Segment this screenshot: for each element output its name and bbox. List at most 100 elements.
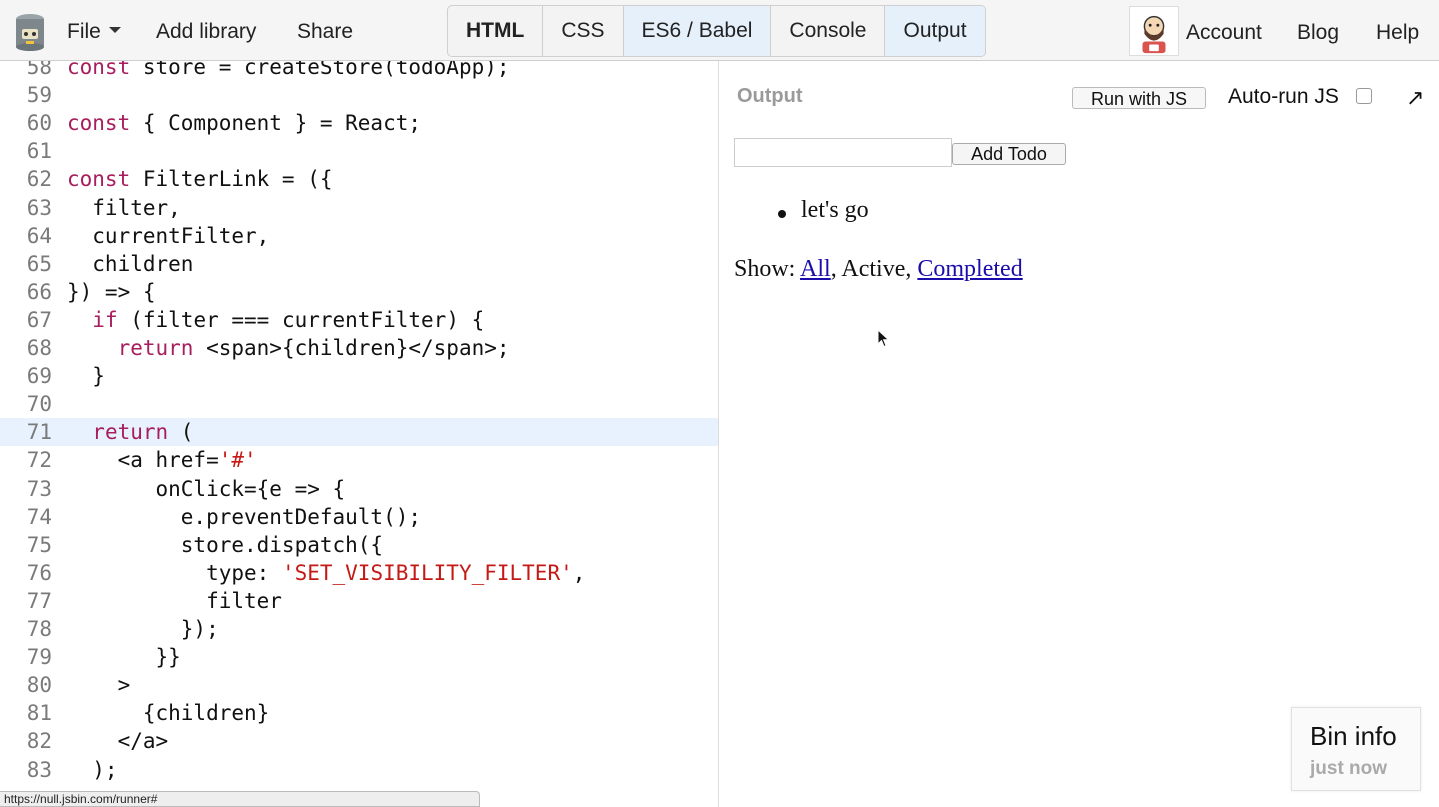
line-number: 67 <box>26 307 52 332</box>
code-text: } <box>67 364 105 389</box>
line-number: 68 <box>26 336 52 360</box>
line-number: 83 <box>26 757 52 782</box>
bin-info-subtitle: just now <box>1310 758 1388 779</box>
line-number: 66 <box>26 279 52 304</box>
code-text: filter, <box>67 195 181 220</box>
todo-input[interactable] <box>734 138 952 167</box>
line-number: 76 <box>26 560 52 585</box>
code-text: return ( <box>92 420 194 445</box>
line-number: 65 <box>26 251 52 276</box>
code-text: return <span>{children}</span>; <box>117 336 510 360</box>
filter-completed-link[interactable]: Completed <box>917 256 1022 282</box>
code-text: type: 'SET_VISIBILITY_FILTER', <box>67 560 586 585</box>
code-line[interactable]: 73 onClick={e => { <box>0 475 718 503</box>
code-text: children <box>67 251 194 276</box>
code-line[interactable]: 61 <box>0 137 718 165</box>
code-line[interactable]: 80 > <box>0 671 718 699</box>
code-editor[interactable]: 58 const store = createStore(todoApp); 59 6… <box>0 61 719 807</box>
line-number: 60 <box>26 111 52 136</box>
code-text: currentFilter, <box>67 223 270 248</box>
code-line[interactable]: 60 const { Component } = React; <box>0 109 718 137</box>
code-line[interactable]: 78 }); <box>0 615 718 643</box>
code-line[interactable]: 62 const FilterLink = ({ <box>0 165 718 193</box>
code-line[interactable]: 63 filter, <box>0 194 718 222</box>
autorun-checkbox[interactable] <box>1356 88 1372 104</box>
code-line[interactable]: 74 e.preventDefault(); <box>0 503 718 531</box>
code-line[interactable]: 69 } <box>0 362 718 390</box>
todo-item[interactable]: let's go <box>776 197 869 224</box>
line-number: 64 <box>26 223 52 248</box>
output-label: Output <box>737 85 803 107</box>
line-number: 70 <box>26 392 52 417</box>
code-line[interactable]: 72 <a href='#' <box>0 446 718 474</box>
line-number: 62 <box>26 167 52 192</box>
popout-arrow-icon[interactable]: ↗ <box>1406 85 1424 111</box>
code-line[interactable]: 81 {children} <box>0 699 718 727</box>
code-text: }} <box>67 645 181 670</box>
add-todo-button[interactable]: Add Todo <box>952 143 1066 165</box>
code-text: if (filter === currentFilter) { <box>92 307 485 332</box>
code-line[interactable]: 77 filter <box>0 587 718 615</box>
code-text: onClick={e => { <box>67 476 346 501</box>
jsbin-logo-icon[interactable] <box>14 12 46 52</box>
todo-list: let's go <box>776 197 869 224</box>
line-number: 81 <box>26 701 52 726</box>
tab-html[interactable]: HTML <box>448 6 544 56</box>
avatar[interactable] <box>1129 6 1179 56</box>
code-line[interactable]: 66 }) => { <box>0 278 718 306</box>
code-line[interactable]: 71 return ( <box>0 418 718 447</box>
autorun-label: Auto-run JS <box>1228 85 1339 108</box>
line-number: 73 <box>26 476 52 501</box>
top-toolbar: File Add library Share HTML CSS ES6 / Ba… <box>0 0 1439 61</box>
code-line[interactable]: 76 type: 'SET_VISIBILITY_FILTER', <box>0 559 718 587</box>
code-line[interactable]: 79 }} <box>0 643 718 671</box>
line-number: 75 <box>26 532 52 557</box>
code-line[interactable]: 67 if (filter === currentFilter) { <box>0 306 718 334</box>
tab-es6-babel[interactable]: ES6 / Babel <box>623 6 772 56</box>
filter-separator: , <box>905 256 918 282</box>
line-number: 74 <box>26 504 52 529</box>
code-line[interactable]: 83 ); <box>0 756 718 784</box>
code-text: const store = createStore(todoApp); <box>67 61 510 79</box>
line-number: 77 <box>26 588 52 613</box>
line-number: 61 <box>26 139 52 164</box>
code-line[interactable]: 70 <box>0 390 718 418</box>
status-url: https://null.jsbin.com/runner# <box>0 791 480 807</box>
code-text: > <box>67 673 131 698</box>
account-link[interactable]: Account <box>1186 21 1262 45</box>
code-text: </a> <box>67 729 169 754</box>
code-line[interactable]: 59 <box>0 81 718 109</box>
line-number: 69 <box>26 364 52 389</box>
line-number: 58 <box>26 61 52 79</box>
line-number: 72 <box>26 448 52 473</box>
code-line[interactable]: 64 currentFilter, <box>0 222 718 250</box>
code-text: store.dispatch({ <box>67 532 384 557</box>
code-text: filter <box>67 588 282 613</box>
filter-all-link[interactable]: All <box>800 256 831 282</box>
code-line[interactable]: 75 store.dispatch({ <box>0 531 718 559</box>
share-menu[interactable]: Share <box>297 20 353 44</box>
code-line[interactable]: 82 </a> <box>0 727 718 755</box>
run-with-js-button[interactable]: Run with JS <box>1072 87 1206 109</box>
chevron-down-icon <box>108 27 121 34</box>
line-number: 59 <box>26 83 52 108</box>
tab-output[interactable]: Output <box>885 6 985 56</box>
file-menu-label: File <box>67 20 101 43</box>
code-text: {children} <box>67 701 270 726</box>
tab-console[interactable]: Console <box>771 6 886 56</box>
mouse-cursor-icon <box>877 329 890 348</box>
code-text: <a href='#' <box>67 448 257 473</box>
output-panel: Output Run with JS Auto-run JS ↗ Add Tod… <box>720 61 1439 807</box>
blog-link[interactable]: Blog <box>1297 21 1339 45</box>
code-text: const FilterLink = ({ <box>67 167 333 192</box>
code-line[interactable]: 65 children <box>0 250 718 278</box>
code-line[interactable]: 68 return <span>{children}</span>; <box>0 334 718 362</box>
help-link[interactable]: Help <box>1376 21 1419 45</box>
code-text: }) => { <box>67 279 156 304</box>
file-menu[interactable]: File <box>67 20 121 44</box>
bin-info-panel[interactable]: Bin info just now <box>1291 707 1421 791</box>
code-text: const { Component } = React; <box>67 111 422 136</box>
add-library-menu[interactable]: Add library <box>156 20 256 44</box>
code-line[interactable]: 58 const store = createStore(todoApp); <box>0 61 718 81</box>
tab-css[interactable]: CSS <box>543 6 624 56</box>
